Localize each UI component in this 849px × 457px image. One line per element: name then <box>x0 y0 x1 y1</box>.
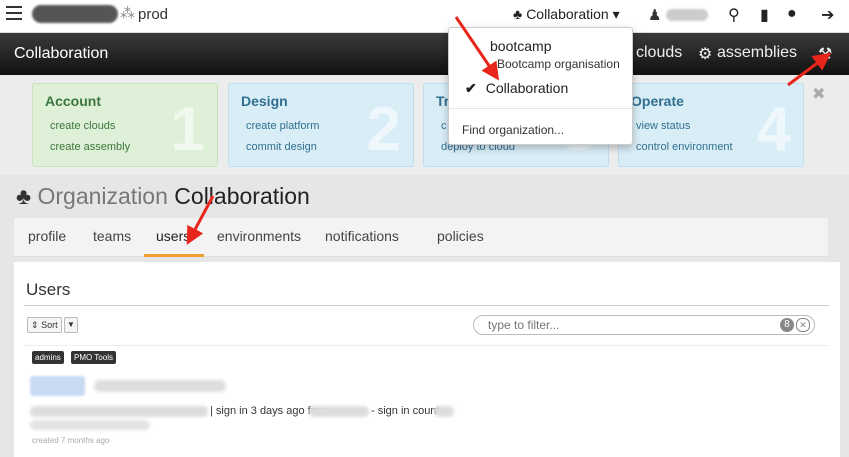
user-name-link[interactable] <box>30 376 85 396</box>
team-tag[interactable]: PMO Tools <box>71 351 116 364</box>
signin-ip <box>309 406 369 417</box>
getting-started-steps: Account create clouds create assembly 1 … <box>0 75 849 175</box>
org-tree-icon: ♣ <box>16 183 32 209</box>
step-title: Design <box>241 93 288 109</box>
dropdown-org-selected[interactable]: ✔ Collaboration <box>465 80 568 97</box>
menu-icon[interactable] <box>6 6 22 20</box>
dropdown-selected-label: Collaboration <box>485 80 569 96</box>
tab-environments[interactable]: environments <box>217 228 301 244</box>
logout-icon[interactable]: ➔ <box>821 5 834 25</box>
step-link[interactable]: c <box>441 120 447 132</box>
tab-policies[interactable]: policies <box>437 228 484 244</box>
step-number: 1 <box>170 95 205 164</box>
page-title-prefix: Organization <box>37 183 168 209</box>
users-panel: Users ⇕ Sort ▼ 8 ✕ admins PMO Tools | si… <box>14 262 840 457</box>
search-icon[interactable]: ⚲ <box>728 5 740 25</box>
created-info: created 7 months ago <box>32 436 110 445</box>
step-link[interactable]: control environment <box>636 141 733 153</box>
filter-count-badge: 8 <box>780 318 794 332</box>
sort-label: Sort <box>41 320 58 330</box>
nav-clouds[interactable]: clouds <box>636 44 682 62</box>
check-icon: ✔ <box>465 80 477 96</box>
step-link[interactable]: create platform <box>246 120 319 132</box>
step-title: Operate <box>631 93 684 109</box>
filter-box: 8 ✕ <box>473 315 815 335</box>
divider <box>24 305 829 306</box>
nav-assemblies[interactable]: assemblies <box>717 44 797 62</box>
user-icon[interactable]: ♟ <box>648 6 661 24</box>
signin-count-value <box>434 406 454 417</box>
org-tree-icon: ♣ <box>513 6 523 22</box>
divider <box>24 345 829 346</box>
bookmark-icon[interactable]: ▮ <box>760 5 769 25</box>
app-header: Collaboration clouds ⚙ assemblies ⚒ <box>0 33 849 75</box>
dropdown-org-bootcamp[interactable]: bootcamp <box>490 38 551 54</box>
step-link[interactable]: commit design <box>246 141 317 153</box>
sort-button[interactable]: ⇕ Sort <box>27 317 62 333</box>
step-number: 4 <box>756 95 791 164</box>
step-title: Account <box>45 93 101 109</box>
sort-dropdown-button[interactable]: ▼ <box>64 317 78 333</box>
username[interactable] <box>666 9 708 21</box>
org-tabs: profile teams users environments notific… <box>14 218 828 257</box>
org-dropdown-menu: bootcamp Bootcamp organisation ✔ Collabor… <box>448 27 633 145</box>
tab-users[interactable]: users <box>156 228 190 244</box>
dropdown-org-description[interactable]: Bootcamp organisation <box>497 57 620 71</box>
page-title-name: Collaboration <box>174 183 310 209</box>
step-link[interactable]: create clouds <box>50 120 115 132</box>
users-heading: Users <box>26 280 71 299</box>
step-number: 2 <box>366 95 401 164</box>
step-link[interactable]: view status <box>636 120 690 132</box>
header-title[interactable]: Collaboration <box>14 45 108 63</box>
tab-notifications[interactable]: notifications <box>325 228 399 244</box>
signin-count-label: - sign in count <box>371 405 440 417</box>
caret-down-icon: ▾ <box>612 6 620 22</box>
cogs-icon: ⚙ <box>698 46 713 63</box>
user-fullname <box>94 380 226 392</box>
wrench-icon[interactable]: ⚒ <box>818 44 832 64</box>
org-switcher[interactable]: ♣ Collaboration ▾ <box>513 6 620 23</box>
user-teams <box>30 420 150 430</box>
divider <box>449 108 632 109</box>
user-email <box>30 406 208 417</box>
comments-icon[interactable]: ● <box>787 5 797 23</box>
environment-label: prod <box>138 6 169 23</box>
clear-filter-icon[interactable]: ✕ <box>796 318 810 332</box>
step-design: Design create platform commit design 2 <box>228 83 414 167</box>
org-switcher-label: Collaboration <box>526 6 609 22</box>
top-bar: ⁂ prod ♣ Collaboration ▾ ♟ ⚲ ▮ ● ➔ <box>0 0 849 33</box>
page-title: ♣ Organization Collaboration <box>16 183 310 210</box>
tab-profile[interactable]: profile <box>28 228 66 244</box>
step-account: Account create clouds create assembly 1 <box>32 83 218 167</box>
active-tab-indicator <box>144 254 204 257</box>
filter-input[interactable] <box>486 317 780 333</box>
team-tag[interactable]: admins <box>32 351 64 364</box>
close-icon[interactable]: ✖ <box>812 84 825 104</box>
sort-icon: ⇕ <box>31 320 39 330</box>
step-link[interactable]: create assembly <box>50 141 130 153</box>
tab-teams[interactable]: teams <box>93 228 131 244</box>
spark-icon: ⁂ <box>120 5 135 22</box>
logo[interactable] <box>32 5 118 23</box>
find-organization-link[interactable]: Find organization... <box>462 123 564 137</box>
step-operate: Operate view status control environment … <box>618 83 804 167</box>
